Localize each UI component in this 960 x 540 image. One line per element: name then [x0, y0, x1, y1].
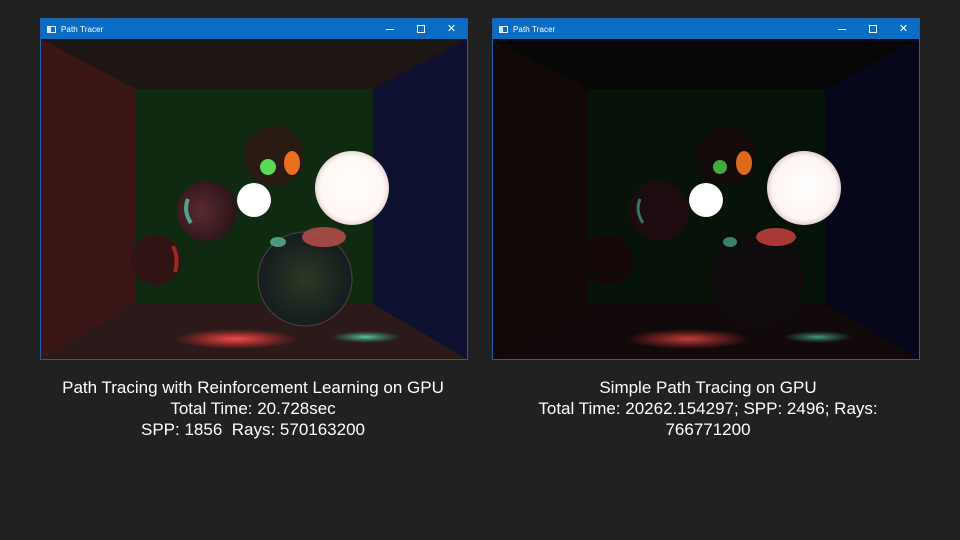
path-tracer-window-left[interactable]: Path Tracer ✕: [40, 18, 468, 360]
maximize-button[interactable]: [405, 19, 436, 39]
minimize-icon: [385, 28, 394, 30]
title-bar[interactable]: Path Tracer ✕: [493, 19, 919, 39]
minimize-icon: [837, 28, 846, 30]
maximize-button[interactable]: [857, 19, 888, 39]
minimize-button[interactable]: [826, 19, 857, 39]
rendered-scene: [41, 39, 467, 359]
path-tracer-window-right[interactable]: Path Tracer ✕: [492, 18, 920, 360]
window-title: Path Tracer: [61, 24, 104, 34]
close-button[interactable]: ✕: [888, 19, 919, 39]
close-icon: ✕: [898, 22, 909, 35]
window-title: Path Tracer: [513, 24, 556, 34]
caption-right: Simple Path Tracing on GPU Total Time: 2…: [494, 377, 922, 440]
caption-title: Path Tracing with Reinforcement Learning…: [62, 378, 444, 397]
minimize-button[interactable]: [374, 19, 405, 39]
caption-title: Simple Path Tracing on GPU: [599, 378, 817, 397]
caption-stats: Total Time: 20262.154297; SPP: 2496; Ray…: [538, 399, 878, 439]
rendered-scene: [493, 39, 919, 359]
render-viewport: [41, 39, 467, 359]
close-icon: ✕: [446, 22, 457, 35]
caption-spp-rays: SPP: 1856 Rays: 570163200: [141, 420, 365, 439]
app-window-icon: [499, 25, 508, 33]
maximize-icon: [868, 25, 877, 33]
render-viewport: [493, 39, 919, 359]
caption-total-time: Total Time: 20.728sec: [170, 399, 336, 418]
close-button[interactable]: ✕: [436, 19, 467, 39]
caption-left: Path Tracing with Reinforcement Learning…: [30, 377, 476, 440]
app-window-icon: [47, 25, 56, 33]
title-bar[interactable]: Path Tracer ✕: [41, 19, 467, 39]
maximize-icon: [416, 25, 425, 33]
